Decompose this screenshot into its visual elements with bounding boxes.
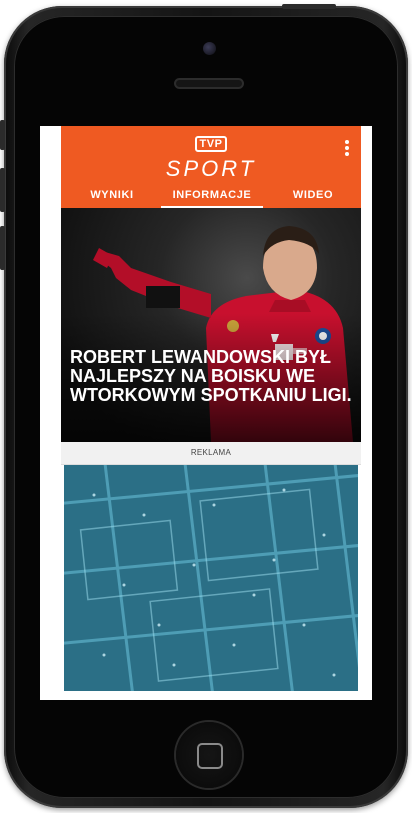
tvp-sport-logo[interactable]: TVP SPORT (147, 136, 275, 182)
front-camera (203, 42, 216, 55)
hero-gradient (61, 208, 361, 442)
article-headline[interactable]: ROBERT LEWANDOWSKI BYŁ NAJLEPSZY NA BOIS… (70, 348, 356, 405)
mute-switch (0, 120, 5, 150)
ad-pattern (64, 465, 358, 691)
tab-informacje[interactable]: INFORMACJE (161, 188, 263, 208)
home-button-icon[interactable] (176, 722, 242, 788)
section-tabs: WYNIKI INFORMACJE WIDEO (61, 184, 361, 208)
power-button (282, 4, 336, 9)
volume-up-button (0, 168, 5, 212)
more-vertical-icon[interactable] (341, 140, 353, 160)
volume-down-button (0, 226, 5, 270)
ad-banner[interactable] (64, 465, 358, 691)
tvp-sport-app: TVP SPORT WYNIKI INFORMACJE WIDEO ROBERT… (61, 126, 361, 700)
tvp-logo-box: TVP (195, 136, 227, 152)
sport-logo-text: SPORT (165, 156, 257, 181)
tab-wideo[interactable]: WIDEO (273, 188, 353, 208)
app-header: TVP SPORT WYNIKI INFORMACJE WIDEO (61, 126, 361, 208)
phone-screen: TVP SPORT WYNIKI INFORMACJE WIDEO ROBERT… (40, 126, 372, 700)
earpiece-speaker (176, 80, 242, 87)
ad-label: REKLAMA (61, 442, 361, 465)
article-hero[interactable]: ROBERT LEWANDOWSKI BYŁ NAJLEPSZY NA BOIS… (61, 208, 361, 442)
tab-wyniki[interactable]: WYNIKI (71, 188, 153, 208)
tvp-logo-text: TVP (199, 138, 223, 150)
